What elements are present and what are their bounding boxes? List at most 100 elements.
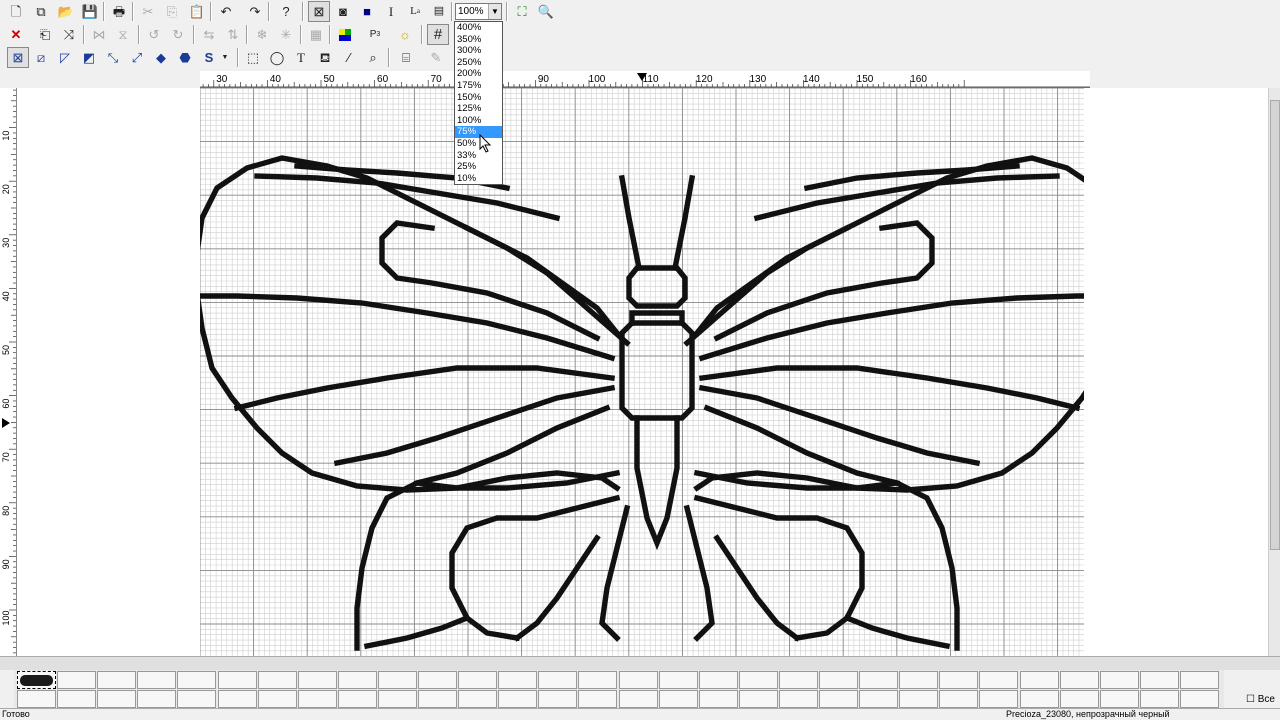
full-stitch-icon[interactable]: ⊠ [7, 47, 29, 68]
palette-cell[interactable] [17, 671, 56, 689]
paste-icon[interactable]: 📋 [186, 1, 208, 22]
all-checkbox[interactable]: ☐ Все [1246, 694, 1275, 705]
palette-cell[interactable] [618, 671, 658, 689]
select-ellipse-icon[interactable]: ◯ [266, 47, 288, 68]
zoom-option[interactable]: 125% [455, 103, 502, 115]
palette-cell[interactable] [337, 671, 377, 689]
mirror-vertical-icon[interactable]: ⧖ [112, 24, 134, 45]
palette-cell[interactable] [177, 689, 217, 708]
palette-cell[interactable] [177, 671, 217, 689]
pencil-icon[interactable]: ✎ [425, 47, 447, 68]
palette-cell[interactable] [819, 689, 858, 708]
cross-stitch-view-icon[interactable]: ⊠ [308, 1, 330, 22]
calculator-icon[interactable]: ⌸ [395, 47, 417, 68]
palette-cell[interactable] [337, 689, 377, 708]
redo-icon[interactable]: ↷ [244, 1, 266, 22]
italic-icon[interactable]: I [380, 1, 402, 22]
palette-cell[interactable] [778, 671, 818, 689]
bead-icon[interactable]: ⬣ [174, 47, 196, 68]
zoom-fit-icon[interactable]: 🔍 [535, 1, 557, 22]
s-tool-dropdown-icon[interactable]: ▼ [219, 47, 231, 68]
vertical-scroll-thumb[interactable] [1270, 100, 1280, 550]
fill-pattern-icon[interactable]: ▦ [305, 24, 327, 45]
palette-cell[interactable] [538, 671, 578, 689]
font-size-icon[interactable]: La [404, 1, 426, 22]
palette-cell[interactable] [97, 671, 137, 689]
s-tool-icon[interactable]: S [198, 47, 220, 68]
zoom-option[interactable]: 10% [455, 173, 502, 185]
mirror-horizontal-icon[interactable]: ⋈ [88, 24, 110, 45]
flip-icon[interactable]: ⇆ [198, 24, 220, 45]
horizontal-scrollbar[interactable] [0, 656, 1280, 670]
cut-icon[interactable]: ✂ [137, 1, 159, 22]
palette-cell[interactable] [859, 671, 899, 689]
palette-cell[interactable] [498, 689, 538, 708]
palette-cell[interactable] [1139, 671, 1179, 689]
print-icon[interactable]: 🖶 [108, 1, 130, 22]
palette-cell[interactable] [377, 671, 417, 689]
palette-cell[interactable] [17, 689, 56, 708]
palette-cell[interactable] [1179, 689, 1219, 708]
palette-cell[interactable] [1099, 689, 1139, 708]
symbol-view-icon[interactable]: ◙ [332, 1, 354, 22]
select-rect-icon[interactable]: ⬚ [242, 47, 264, 68]
palette-cell[interactable] [578, 689, 618, 708]
power-icon[interactable]: P3 [364, 24, 386, 45]
palette-cell[interactable] [538, 689, 578, 708]
palette-cell[interactable] [377, 689, 417, 708]
rotate-left-icon[interactable]: ↺ [143, 24, 165, 45]
palette-cell[interactable] [578, 671, 618, 689]
pattern-grid[interactable] [200, 88, 1084, 656]
palette-cell[interactable] [1139, 689, 1179, 708]
palette-cell[interactable] [137, 671, 177, 689]
zoom-option[interactable]: 25% [455, 161, 502, 173]
zoom-option[interactable]: 175% [455, 80, 502, 92]
palette-cell[interactable] [498, 671, 538, 689]
palette-cell[interactable] [1059, 689, 1099, 708]
eyedropper-icon[interactable]: ⁄ [338, 47, 360, 68]
color-palette-icon[interactable] [334, 24, 356, 45]
palette-cell[interactable] [658, 689, 698, 708]
zoom-select[interactable]: 100% ▼ [455, 3, 502, 20]
page-icon[interactable]: ▤ [428, 1, 450, 22]
save-icon[interactable]: 💾 [79, 1, 101, 22]
zoom-option[interactable]: 150% [455, 92, 502, 104]
magnifier-icon[interactable]: ⌕ [362, 47, 384, 68]
palette-cell[interactable] [297, 689, 337, 708]
grid-icon[interactable]: # [427, 24, 449, 45]
zoom-option[interactable]: 100% [455, 115, 502, 127]
palette-cell[interactable] [698, 671, 738, 689]
palette-cell[interactable] [979, 671, 1019, 689]
palette-cell[interactable] [57, 671, 97, 689]
french-knot-icon[interactable]: ◆ [150, 47, 172, 68]
palette-cell[interactable] [257, 671, 297, 689]
sparkle-icon[interactable]: ✳ [275, 24, 297, 45]
palette-cell[interactable] [97, 689, 137, 708]
fill-tool-icon[interactable]: ⛾ [314, 47, 336, 68]
replace-icon[interactable]: ⤨ [58, 24, 80, 45]
palette-cell[interactable] [899, 689, 939, 708]
palette-cell[interactable] [1099, 671, 1139, 689]
palette-cell[interactable] [859, 689, 899, 708]
zoom-dropdown-list[interactable]: 400% 350% 300% 250% 200% 175% 150% 125% 100% 75% 5… [454, 21, 503, 185]
zoom-option[interactable]: 300% [455, 45, 502, 57]
backstitch-icon[interactable]: ⤡ [102, 47, 124, 68]
palette-cell[interactable] [57, 689, 97, 708]
palette-cell[interactable] [778, 689, 818, 708]
palette-cell[interactable] [257, 689, 297, 708]
chevron-down-icon[interactable]: ▼ [488, 4, 501, 19]
palette-cell[interactable] [738, 689, 778, 708]
palette-cell[interactable] [899, 671, 939, 689]
text-tool-icon[interactable]: T [290, 47, 312, 68]
palette-cell[interactable] [939, 689, 979, 708]
open-template-icon[interactable]: ⧉ [30, 1, 52, 22]
palette-cell[interactable] [939, 671, 979, 689]
undo-icon[interactable]: ↶ [215, 1, 237, 22]
palette-cell[interactable] [458, 671, 498, 689]
delete-icon[interactable]: ✕ [5, 24, 27, 45]
color-view-icon[interactable]: ■ [356, 1, 378, 22]
import-icon[interactable]: ⎗ [34, 24, 56, 45]
fit-page-icon[interactable]: ⛶ [511, 1, 533, 22]
palette-cell[interactable] [738, 671, 778, 689]
palette-cell[interactable] [297, 671, 337, 689]
